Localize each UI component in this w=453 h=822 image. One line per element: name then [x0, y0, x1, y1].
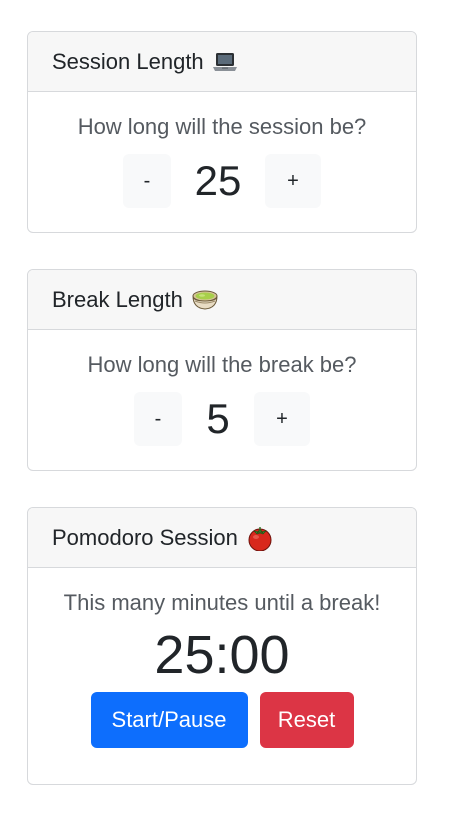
- pomodoro-session-header: Pomodoro Session: [28, 508, 416, 568]
- timer-display: 25:00: [154, 625, 290, 685]
- pomodoro-status-text: This many minutes until a break!: [63, 590, 381, 615]
- bowl-icon: [191, 288, 219, 312]
- break-length-value: 5: [206, 395, 230, 442]
- session-length-header: Session Length: [28, 32, 416, 92]
- start-pause-button[interactable]: Start/Pause: [90, 692, 248, 748]
- laptop-icon: [212, 52, 238, 72]
- session-increment-button[interactable]: +: [265, 154, 321, 208]
- session-question: How long will the session be?: [77, 114, 367, 139]
- break-increment-button[interactable]: +: [254, 392, 310, 446]
- break-decrement-button[interactable]: -: [134, 392, 182, 446]
- session-length-card: Session Length How long will the session…: [27, 31, 417, 233]
- timer-actions: Start/Pause Reset: [28, 692, 416, 748]
- session-decrement-button[interactable]: -: [123, 154, 171, 208]
- break-length-card: Break Length How long will the break be?…: [27, 269, 417, 471]
- break-length-title: Break Length: [52, 286, 183, 312]
- break-stepper: - 5 +: [28, 392, 416, 446]
- pomodoro-session-card: Pomodoro Session This many minutes until…: [27, 507, 417, 785]
- session-length-title: Session Length: [52, 48, 204, 74]
- session-length-value: 25: [194, 157, 242, 204]
- break-question: How long will the break be?: [87, 352, 357, 377]
- tomato-icon: [246, 525, 274, 551]
- break-length-header: Break Length: [28, 270, 416, 330]
- pomodoro-session-title: Pomodoro Session: [52, 524, 238, 550]
- reset-button[interactable]: Reset: [259, 692, 354, 748]
- session-stepper: - 25 +: [28, 154, 416, 208]
